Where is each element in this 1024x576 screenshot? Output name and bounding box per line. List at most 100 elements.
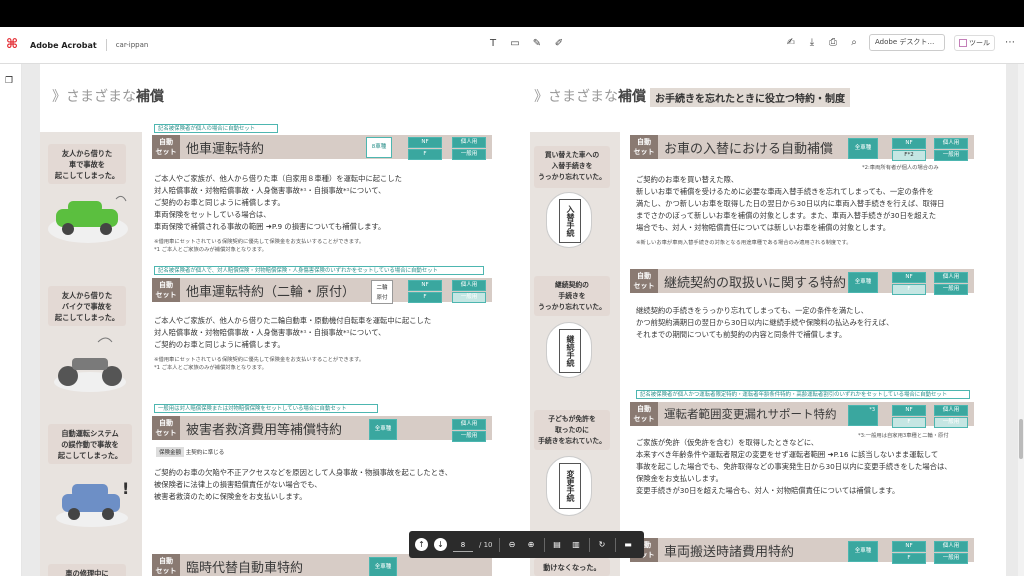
plan-title: 運転者範囲変更漏れサポート特約 (664, 407, 837, 421)
grid-icon (959, 38, 967, 47)
general-chip: 一般用 (452, 149, 486, 160)
desc-line: 変更手続きが30日を超えた場合も、対人・対物賠償責任については補償します。 (636, 486, 900, 495)
desc-line: それまでの期間についても前契約の内容と同条件で補償します。 (636, 330, 847, 339)
plan-notes: ※借用車にセットされている保険契約に優先して保険金をお支払いすることができます。… (154, 356, 364, 372)
stamp-label: 入替手続 (559, 199, 581, 243)
insured-amount-value: 主契約に準じる (185, 450, 225, 456)
heading-bold: 補償 (618, 89, 646, 105)
auto-set-badge: 自動 セット (630, 135, 658, 159)
desc-line: 保険金をお支払いします。 (636, 474, 723, 483)
screen: ⌘ Adobe Acrobat car-ippan T ▭ ✎ ✐ ✍ ⤓ ⎙ … (0, 0, 1024, 576)
auto-set-badge: 自動 セット (152, 278, 180, 302)
f-chip: F (408, 292, 442, 303)
personal-chip: 個人用 (452, 137, 486, 148)
tools-label: ツール (969, 38, 990, 47)
plan-notes: ※新しいお車が車両入替手続きの対象となる用途車種である場合のみ適用される制度です… (636, 239, 852, 247)
draw-tool-icon[interactable]: ✐ (553, 37, 565, 51)
note-line: ※借用車にセットされている保険契約に優先して保険金をお支払いすることができます。 (154, 239, 365, 245)
desc-line: 事故を起こした場合でも、免許取得などの事実発生日から30日以内に変更手続きをした… (636, 462, 952, 471)
desc-line: ご家族が免許（仮免許を含む）を取得したときなどに、 (636, 438, 819, 447)
desc-line: 満たし、かつ新しいお車を取得した日の翌日から30日以内に車両入替手続きを行えば、… (636, 199, 945, 208)
insured-amount-label: 保険金額 (156, 447, 185, 457)
heading-bold: 補償 (136, 89, 164, 105)
comment-tool-icon[interactable]: ▭ (509, 37, 521, 51)
left-section-heading: 》さまざまな補償 (52, 86, 164, 106)
f-chip: F*2 (892, 150, 926, 161)
scrollbar-thumb[interactable] (1019, 419, 1023, 459)
app-header: ⌘ Adobe Acrobat car-ippan T ▭ ✎ ✐ ✍ ⤓ ⎙ … (0, 27, 1024, 64)
auto-set-banner: 記名被保険者が個人で、対人賠償保険・対物賠償保険・人身傷害保険のいずれかをセット… (154, 266, 484, 275)
zoom-out-icon[interactable]: ⊖ (506, 538, 519, 551)
f-chip: F (892, 553, 926, 564)
vehicle-class-chip: 全車種 (369, 557, 397, 576)
next-page-icon[interactable]: ↓ (434, 538, 447, 551)
vehicle-class-chip: 全車種 (848, 541, 878, 562)
personal-chip: 個人用 (934, 138, 968, 149)
document-illustration: 変更手続 (546, 456, 592, 516)
left-rail: ❐ (0, 64, 22, 576)
insured-amount: 保険金額 主契約に準じる (156, 447, 224, 457)
print-icon[interactable]: ⎙ (827, 36, 839, 50)
plan-title: 車両搬送時諸費用特約 (664, 544, 795, 560)
plan-description: ご家族が免許（仮免許を含む）を取得したときなどに、 本来すべき年齢条件や運転者限… (636, 437, 952, 497)
more-icon[interactable]: ⋯ (1004, 36, 1016, 50)
more-tools-icon[interactable]: ▬ (622, 538, 635, 551)
document-canvas[interactable]: 》さまざまな補償 友人から借りた 車で事故を 起こしてしまった。 記名被保険者が… (22, 64, 1024, 576)
nf-chip: NF (408, 280, 442, 291)
auto-set-badge: 自動 セット (630, 269, 658, 293)
vehicle-class-chip: 全車種 (848, 138, 878, 159)
acrobat-logo-icon: ⌘ (6, 37, 19, 52)
highlight-tool-icon[interactable]: ✎ (531, 37, 543, 51)
vehicle-class-chip: *3 (848, 405, 878, 426)
scenario-bubble: 買い替えた車への 入替手続きを うっかり忘れていた。 (534, 146, 610, 188)
divider (498, 537, 500, 552)
desc-line: ご契約のお車と同じように補償します。 (154, 198, 285, 207)
personal-chip: 個人用 (452, 419, 486, 430)
document-illustration: 継続手続 (546, 322, 592, 378)
nf-chip: NF (408, 137, 442, 148)
nf-chip: NF (892, 405, 926, 416)
text-tool-icon[interactable]: T (487, 37, 499, 51)
plan-title: 継続契約の取扱いに関する特約 (664, 275, 847, 291)
desc-line: ご契約のお車と同じように補償します。 (154, 340, 285, 349)
search-icon[interactable]: ⌕ (848, 36, 860, 50)
desc-line: ご本人やご家族が、他人から借りた二輪自動車・原動機付自転車を運転中に起こした (154, 316, 432, 325)
general-chip: 一般用 (934, 417, 968, 428)
desc-line: 対人賠償事故・対物賠償事故・人身傷害事故*¹・自損事故*¹について、 (154, 328, 386, 337)
vertical-scrollbar[interactable] (1018, 64, 1024, 576)
divider (543, 537, 545, 552)
page-number-input[interactable]: 8 (453, 538, 473, 552)
fit-page-icon[interactable]: ▤ (551, 538, 564, 551)
document-illustration: 入替手続 (546, 192, 592, 248)
divider (614, 537, 616, 552)
note-line: ※新しいお車が車両入替手続きの対象となる用途車種である場合のみ適用される制度です… (636, 240, 852, 246)
zoom-in-icon[interactable]: ⊕ (525, 538, 538, 551)
edit-sign-icon[interactable]: ✍ (785, 36, 797, 50)
auto-set-badge: 自動 セット (152, 416, 180, 440)
personal-chip: 個人用 (452, 280, 486, 291)
page-thumbnails-icon[interactable]: ❐ (5, 76, 16, 87)
tools-button[interactable]: ツール (954, 34, 995, 51)
stamp-label: 変更手続 (559, 463, 581, 509)
two-page-icon[interactable]: ▥ (570, 538, 583, 551)
car-malfunction-illustration: ! (56, 479, 129, 527)
desc-line: ご本人やご家族が、他人から借りた車（自家用８車種）を運転中に起こした (154, 174, 402, 183)
plan-title: お車の入替における自動補償 (664, 141, 834, 157)
scenario-bubble: 子どもが免許を 取ったのに 手続きを忘れていた。 (534, 410, 610, 450)
document-name[interactable]: car-ippan (116, 41, 149, 49)
adobe-desktop-button[interactable]: Adobe デスクト… (869, 34, 945, 51)
plan-title: 他車運転特約（二輪・原付） (186, 284, 356, 300)
previous-page-icon[interactable]: ↑ (415, 538, 428, 551)
auto-set-banner: 一般用は対人賠償保険または対物賠償保険をセットしている場合に自動セット (154, 404, 378, 413)
scenario-bubble: 友人から借りた バイクで事故を 起こしてしまった。 (48, 286, 126, 326)
download-icon[interactable]: ⤓ (806, 36, 818, 50)
topnote: *2:車両所有者が個人の場合のみ (862, 165, 939, 171)
right-section-heading: 》さまざまな補償 お手続きを忘れたときに役立つ特約・制度 (534, 86, 850, 107)
personal-chip: 個人用 (934, 405, 968, 416)
personal-chip: 個人用 (934, 272, 968, 283)
svg-text:!: ! (122, 479, 129, 498)
rotate-icon[interactable]: ↻ (596, 538, 609, 551)
vehicle-class-chip: 8車種 (366, 137, 392, 158)
auto-set-badge: 自動 セット (152, 135, 180, 159)
vehicle-class-chip: 二輪 原付 (371, 280, 393, 304)
